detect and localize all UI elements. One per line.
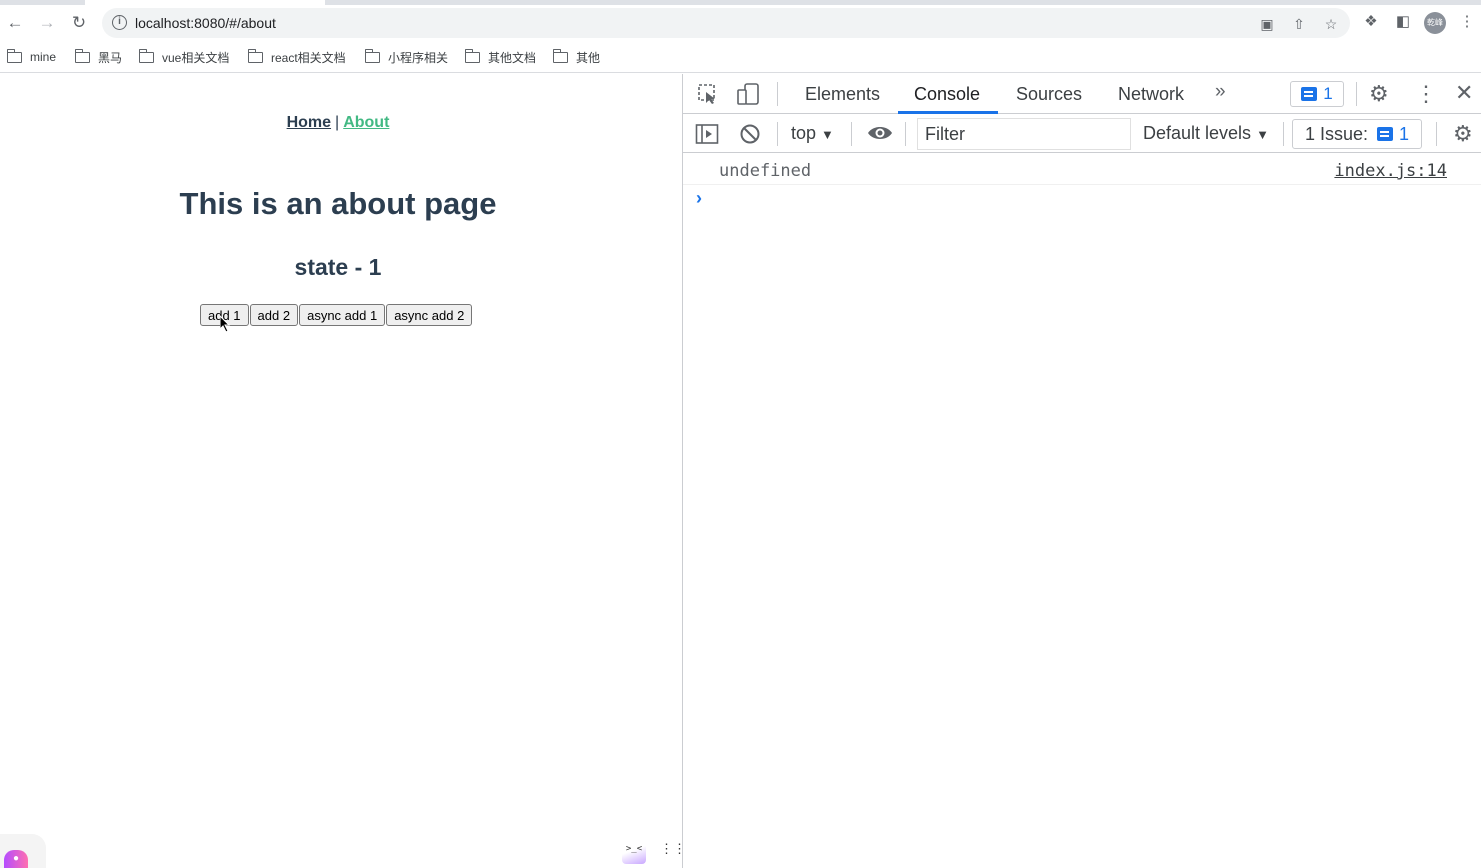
tab-console[interactable]: Console (914, 84, 980, 105)
more-options-icon[interactable]: ⋮ (1415, 81, 1437, 107)
devtools-panel: Elements Console Sources Network » 1 ⚙ ⋮… (682, 74, 1481, 868)
async-add-1-button[interactable]: async add 1 (299, 304, 386, 326)
tab-network[interactable]: Network (1118, 84, 1184, 105)
device-toolbar-icon[interactable] (737, 83, 761, 111)
messages-badge[interactable]: 1 (1290, 81, 1344, 107)
bookmark-label: react相关文档 (271, 50, 346, 65)
vue-devtools-icon[interactable]: >_< (622, 842, 646, 864)
active-tab-indicator (898, 111, 998, 114)
console-value: undefined (719, 161, 812, 181)
folder-icon (464, 48, 480, 63)
nav-link-home[interactable]: Home (287, 114, 331, 131)
side-panel-icon[interactable]: ◧ (1394, 13, 1412, 31)
browser-menu-icon[interactable]: ⋮ (1458, 13, 1476, 31)
message-icon (1301, 87, 1318, 101)
avatar[interactable]: 乾峰 (1424, 12, 1446, 34)
live-expression-eye-icon[interactable] (867, 122, 893, 150)
share-icon[interactable]: ⇧ (1290, 15, 1308, 33)
issue-message-icon (1377, 127, 1394, 141)
folder-icon (364, 48, 380, 63)
more-tabs-icon[interactable]: » (1215, 81, 1226, 103)
browser-toolbar: ← → ↻ i localhost:8080/#/about ▣ ⇧ ☆ ❖ ◧… (0, 5, 1481, 41)
back-icon[interactable]: ← (5, 13, 25, 33)
brain-logo-icon: ● (4, 850, 28, 868)
extensions-icon[interactable]: ❖ (1362, 13, 1380, 31)
inspect-element-icon[interactable] (697, 83, 719, 111)
folder-icon (138, 48, 154, 63)
state-display: state - 1 (294, 254, 382, 280)
context-label: top (791, 123, 817, 143)
address-bar[interactable]: i localhost:8080/#/about ▣ ⇧ ☆ (102, 8, 1350, 38)
console-filter-input[interactable] (917, 118, 1131, 150)
dropdown-arrow-icon: ▼ (821, 127, 834, 142)
drag-handle-icon[interactable]: ⋮⋮ (660, 842, 686, 862)
reload-icon[interactable]: ↻ (69, 13, 89, 33)
issues-label: 1 Issue: (1304, 123, 1368, 144)
levels-label: Default levels (1143, 123, 1252, 143)
clear-console-icon[interactable] (739, 123, 761, 151)
nav-separator: | (335, 114, 340, 131)
bookmark-label: 黑马 (98, 50, 123, 65)
divider (851, 122, 852, 146)
folder-icon (6, 48, 22, 63)
action-buttons: add 1 add 2 async add 1 async add 2 (200, 304, 473, 326)
nav-link-about[interactable]: About (343, 114, 389, 131)
bookmark-folder[interactable]: 黑马 (74, 48, 123, 66)
bookmark-label: 其他 (576, 50, 601, 65)
translate-icon[interactable]: ▣ (1258, 15, 1276, 33)
context-selector[interactable]: top ▼ (791, 123, 834, 144)
divider (1283, 122, 1284, 146)
app-nav: Home | About (0, 114, 676, 132)
add-2-button[interactable]: add 2 (249, 304, 299, 326)
folder-icon (74, 48, 90, 63)
divider (777, 122, 778, 146)
issues-count: 1 (1399, 123, 1410, 144)
console-settings-gear-icon[interactable]: ⚙ (1453, 121, 1473, 147)
bookmark-folder[interactable]: 小程序相关 (364, 48, 449, 66)
folder-icon (552, 48, 568, 63)
console-prompt-icon[interactable]: › (696, 188, 702, 209)
tab-elements[interactable]: Elements (805, 84, 880, 105)
divider (1436, 122, 1437, 146)
divider (777, 82, 778, 106)
tab-sources[interactable]: Sources (1016, 84, 1082, 105)
folder-icon (247, 48, 263, 63)
url-text[interactable]: localhost:8080/#/about (135, 15, 276, 31)
page-viewport: Home | About This is an about page state -… (0, 74, 686, 868)
console-source-link[interactable]: index.js:14 (1334, 161, 1447, 181)
site-info-icon[interactable]: i (112, 15, 127, 30)
bookmark-folder[interactable]: mine (6, 48, 57, 66)
settings-gear-icon[interactable]: ⚙ (1369, 81, 1389, 107)
bookmark-star-icon[interactable]: ☆ (1322, 15, 1340, 33)
bookmark-folder[interactable]: vue相关文档 (138, 48, 230, 66)
divider (1356, 82, 1357, 106)
sidebar-toggle-icon[interactable] (695, 123, 719, 151)
issues-button[interactable]: 1 Issue: 1 (1292, 119, 1422, 149)
bookmark-folder[interactable]: 其他 (552, 48, 601, 66)
console-message: undefined index.js:14 (683, 154, 1481, 185)
devtools-tabbar: Elements Console Sources Network » 1 ⚙ ⋮… (683, 74, 1481, 114)
message-count: 1 (1323, 84, 1333, 103)
bookmark-folder[interactable]: 其他文档 (464, 48, 537, 66)
bookmark-label: mine (30, 50, 57, 64)
console-toolbar: top ▼ Default levels ▼ 1 Issue: 1 ⚙ (683, 115, 1481, 153)
bookmark-folder[interactable]: react相关文档 (247, 48, 346, 66)
bookmark-label: vue相关文档 (162, 50, 230, 65)
forward-icon[interactable]: → (37, 13, 57, 33)
async-add-2-button[interactable]: async add 2 (386, 304, 473, 326)
divider (905, 122, 906, 146)
close-icon[interactable]: ✕ (1455, 80, 1473, 106)
bookmark-label: 小程序相关 (388, 50, 449, 65)
page-title: This is an about page (179, 186, 497, 221)
bookmark-label: 其他文档 (488, 50, 537, 65)
bookmarks-bar: mine 黑马 vue相关文档 react相关文档 小程序相关 其他文档 其他 (0, 41, 1481, 73)
log-levels-dropdown[interactable]: Default levels ▼ (1143, 123, 1269, 144)
dropdown-arrow-icon: ▼ (1256, 127, 1269, 142)
extension-widget[interactable]: ● (0, 834, 46, 868)
